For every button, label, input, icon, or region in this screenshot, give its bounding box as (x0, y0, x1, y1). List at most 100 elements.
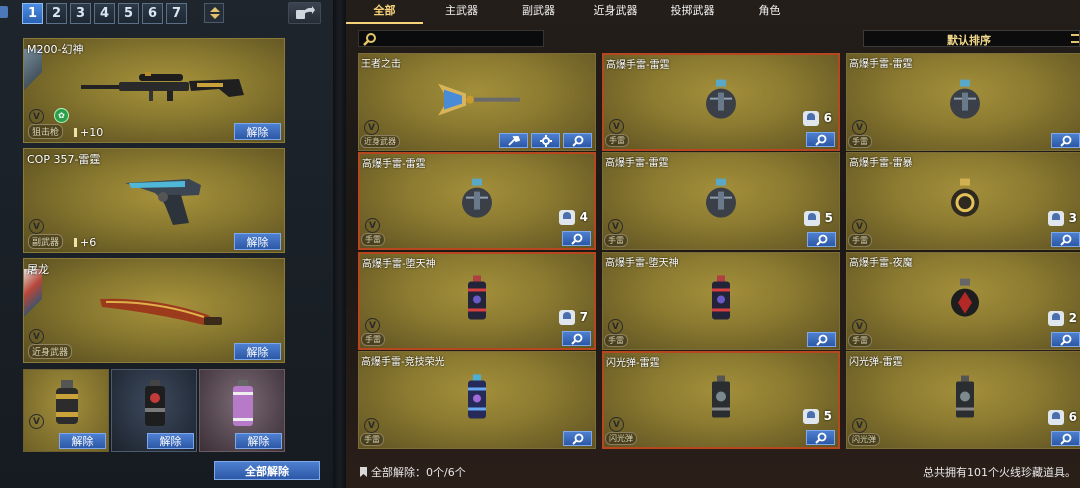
item-type-tag: 手雷 (848, 135, 872, 148)
equipped-slot-flash[interactable]: 解除 (111, 369, 197, 452)
search-icon (814, 432, 826, 444)
view-button[interactable] (1051, 332, 1080, 347)
unequip-button[interactable]: 解除 (234, 233, 281, 250)
item-card[interactable]: 高爆手雷-雷霆 V 手雷 4 (358, 152, 596, 250)
view-button[interactable] (1051, 232, 1080, 247)
search-icon (571, 433, 583, 445)
arrow-down-icon[interactable] (210, 14, 220, 19)
customize-button[interactable] (499, 133, 528, 148)
share-button[interactable] (288, 2, 321, 24)
page-stepper[interactable] (204, 3, 224, 23)
view-button[interactable] (807, 332, 836, 347)
slot-bonus-value: +10 (80, 126, 104, 139)
v-badge: V (29, 219, 44, 234)
equipped-slot-melee[interactable]: 屠龙 V 近身武器 解除 (23, 258, 285, 363)
panel-divider (333, 0, 346, 488)
view-button[interactable] (563, 431, 592, 446)
unequip-button[interactable]: 解除 (59, 433, 106, 449)
equipped-slot-secondary[interactable]: COP 357-雷霆 V 副武器 +6 解除 (23, 148, 285, 253)
item-card[interactable]: 高爆手雷-雷暴 V 手雷 3 (846, 152, 1080, 250)
view-button[interactable] (562, 231, 591, 246)
item-card[interactable]: 王者之击 V 近身武器 (358, 53, 596, 151)
settings-button[interactable] (531, 133, 560, 148)
tab-character[interactable]: 角色 (731, 0, 808, 24)
unequip-status-text: 全部解除：0个/6个 (371, 466, 466, 479)
unequip-button[interactable]: 解除 (147, 433, 194, 449)
item-card[interactable]: 高爆手雷-竞技荣光 V 手雷 (358, 351, 596, 449)
search-icon (815, 334, 827, 346)
tab-secondary[interactable]: 副武器 (500, 0, 577, 24)
arrow-up-icon[interactable] (210, 7, 220, 12)
item-type-tag: 手雷 (360, 433, 384, 446)
page-tab-4[interactable]: 4 (94, 2, 115, 24)
item-card[interactable]: 高爆手雷-堕天神 V 手雷 (602, 252, 840, 350)
search-icon (1059, 433, 1071, 445)
v-badge: V (608, 219, 623, 234)
item-type-tag: 手雷 (361, 233, 385, 246)
item-count-value: 2 (1068, 311, 1077, 325)
v-badge: V (852, 418, 867, 433)
item-count-value: 7 (579, 310, 588, 324)
equipped-slot-smoke[interactable]: 解除 (199, 369, 285, 452)
tab-all[interactable]: 全部 (346, 0, 423, 24)
item-image (704, 79, 738, 124)
v-badge: V (609, 119, 624, 134)
item-name: 高爆手雷-堕天神 (605, 258, 679, 269)
view-button[interactable] (807, 232, 836, 247)
item-count-value: 4 (579, 210, 588, 224)
item-image (465, 274, 489, 325)
view-button[interactable] (562, 331, 591, 346)
item-image (953, 375, 977, 424)
item-type-tag: 闪光弹 (848, 433, 880, 446)
item-card[interactable]: 高爆手雷-堕天神 V 手雷 7 (358, 252, 596, 350)
total-owned-text: 总共拥有101个火线珍藏道具。 (923, 466, 1076, 479)
item-card[interactable]: 闪光弹-雷霆 V 闪光弹 6 (846, 351, 1080, 449)
v-badge: V (29, 329, 44, 344)
tab-primary[interactable]: 主武器 (423, 0, 500, 24)
view-button[interactable] (1051, 133, 1080, 148)
view-button[interactable] (563, 133, 592, 148)
unequip-button[interactable]: 解除 (234, 123, 281, 140)
search-input[interactable] (381, 32, 541, 45)
sort-dropdown[interactable]: 默认排序 (863, 30, 1080, 47)
item-card[interactable]: 高爆手雷-夜魔 V 手雷 2 (846, 252, 1080, 350)
item-count-value: 6 (1068, 410, 1077, 424)
unequip-all-button[interactable]: 全部解除 (214, 461, 320, 480)
search-icon (1059, 234, 1071, 246)
inventory-panel: 全部 主武器 副武器 近身武器 投掷武器 角色 默认排序 王者之击 V 近身武器 高爆… (346, 0, 1080, 488)
item-name: 高爆手雷-雷霆 (849, 59, 913, 70)
item-image (460, 178, 494, 223)
view-button[interactable] (806, 132, 835, 147)
search-icon (571, 135, 583, 147)
item-card[interactable]: 高爆手雷-雷霆 V 手雷 (846, 53, 1080, 151)
page-tab-3[interactable]: 3 (70, 2, 91, 24)
bonus-icon (74, 238, 77, 247)
search-icon (814, 134, 826, 146)
search-box[interactable] (358, 30, 544, 47)
item-image (432, 80, 522, 123)
page-tab-7[interactable]: 7 (166, 2, 187, 24)
item-count: 6 (1046, 408, 1079, 426)
tab-throwable[interactable]: 投掷武器 (654, 0, 731, 24)
v-badge: V (852, 120, 867, 135)
item-card[interactable]: 高爆手雷-雷霆 V 手雷 6 (602, 53, 840, 151)
page-tab-2[interactable]: 2 (46, 2, 67, 24)
page-tab-1[interactable]: 1 (22, 2, 43, 24)
machete-image (100, 298, 222, 325)
equipped-slot-grenade[interactable]: V 解除 (23, 369, 109, 452)
category-tabs: 全部 主武器 副武器 近身武器 投掷武器 角色 (346, 0, 1080, 24)
item-name: 王者之击 (361, 59, 401, 70)
unequip-button[interactable]: 解除 (235, 433, 282, 449)
page-tab-5[interactable]: 5 (118, 2, 139, 24)
item-card[interactable]: 高爆手雷-雷霆 V 手雷 5 (602, 152, 840, 250)
item-count: 2 (1046, 309, 1079, 327)
slot-bonus: +6 (74, 236, 96, 249)
view-button[interactable] (806, 430, 835, 445)
equipped-slot-primary[interactable]: M200-幻神 V ✿ 狙击枪 +10 解除 (23, 38, 285, 143)
page-tab-6[interactable]: 6 (142, 2, 163, 24)
item-card[interactable]: 闪光弹-雷霆 V 闪光弹 5 (602, 351, 840, 449)
view-button[interactable] (1051, 431, 1080, 446)
unequip-button[interactable]: 解除 (234, 343, 281, 360)
tab-melee[interactable]: 近身武器 (577, 0, 654, 24)
slot-item-name: COP 357-雷霆 (27, 153, 101, 166)
